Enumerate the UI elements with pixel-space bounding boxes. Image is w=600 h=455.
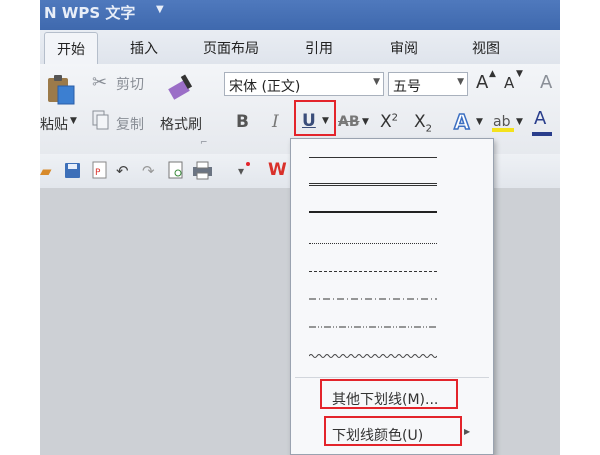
dialog-launcher-icon[interactable]: ⌐ bbox=[200, 138, 208, 148]
chevron-down-icon[interactable]: ▼ bbox=[476, 117, 483, 127]
underline-wave[interactable] bbox=[309, 353, 437, 359]
shrink-font-button[interactable]: A bbox=[504, 74, 514, 92]
font-name-value: 宋体 (正文) bbox=[229, 79, 301, 95]
chevron-right-icon: ▶ bbox=[464, 427, 471, 436]
tab-view[interactable]: 视图 bbox=[472, 38, 500, 58]
redo-icon[interactable]: ↷ bbox=[142, 162, 155, 180]
cut-button[interactable]: 剪切 bbox=[116, 74, 144, 94]
chevron-down-icon[interactable]: ▼ bbox=[457, 77, 464, 87]
underline-button-highlight bbox=[294, 100, 336, 136]
tab-home[interactable]: 开始 bbox=[44, 32, 98, 65]
customize-toolbar-icon[interactable]: ▾ bbox=[238, 164, 244, 178]
menu-separator bbox=[295, 377, 489, 378]
superscript-button[interactable]: X2 bbox=[380, 112, 398, 132]
underline-double[interactable] bbox=[309, 183, 437, 186]
arrow-up-icon: ▲ bbox=[489, 69, 496, 79]
chevron-down-icon[interactable]: ▼ bbox=[373, 77, 380, 87]
paste-icon[interactable] bbox=[44, 74, 78, 106]
export-pdf-icon[interactable]: P bbox=[90, 160, 110, 180]
highlighter-icon[interactable]: ab bbox=[492, 110, 516, 134]
scissors-icon[interactable]: ✂ bbox=[92, 72, 107, 93]
font-color-button[interactable]: A bbox=[534, 108, 546, 129]
chevron-down-icon[interactable]: ▼ bbox=[362, 117, 369, 127]
grow-font-button[interactable]: A bbox=[476, 72, 488, 93]
bold-button[interactable]: B bbox=[236, 112, 249, 132]
underline-dash-dot[interactable] bbox=[309, 297, 437, 301]
copy-button[interactable]: 复制 bbox=[116, 114, 144, 134]
font-size-select[interactable]: 五号 ▼ bbox=[388, 72, 468, 96]
font-color-swatch bbox=[532, 132, 552, 136]
svg-text:ab: ab bbox=[493, 114, 511, 130]
format-painter-button[interactable]: 格式刷 bbox=[160, 114, 202, 134]
notification-dot bbox=[246, 162, 250, 166]
tab-insert[interactable]: 插入 bbox=[130, 38, 158, 58]
subscript-button[interactable]: X2 bbox=[414, 112, 432, 134]
svg-text:P: P bbox=[95, 168, 101, 178]
more-underlines-highlight bbox=[320, 379, 458, 409]
clear-format-icon[interactable]: A bbox=[540, 72, 552, 93]
underline-dash-dot-dot[interactable] bbox=[309, 325, 437, 329]
underline-thick[interactable] bbox=[309, 211, 437, 213]
underline-color-highlight bbox=[324, 416, 462, 446]
paste-label[interactable]: 粘贴 bbox=[40, 114, 68, 134]
wps-logo-icon[interactable]: W bbox=[268, 160, 287, 180]
open-folder-icon[interactable]: ▰ bbox=[40, 162, 52, 180]
font-size-value: 五号 bbox=[393, 79, 421, 95]
app-title: N WPS 文字 bbox=[44, 4, 136, 22]
tab-page-layout[interactable]: 页面布局 bbox=[203, 38, 259, 58]
chevron-down-icon[interactable]: ▼ bbox=[156, 4, 164, 15]
copy-icon[interactable] bbox=[92, 110, 110, 132]
ribbon-tabs: 开始 插入 页面布局 引用 审阅 视图 bbox=[40, 30, 560, 65]
italic-button[interactable]: I bbox=[272, 112, 279, 132]
save-icon[interactable] bbox=[64, 162, 82, 180]
tab-references[interactable]: 引用 bbox=[305, 38, 333, 58]
title-bar: N WPS 文字 ▼ bbox=[40, 0, 560, 30]
screen: N WPS 文字 ▼ 开始 插入 页面布局 引用 审阅 视图 粘贴 ▼ ✂ 剪切… bbox=[40, 0, 560, 455]
undo-icon[interactable]: ↶ bbox=[116, 162, 129, 180]
format-painter-icon[interactable] bbox=[164, 72, 198, 106]
underline-dashed[interactable] bbox=[309, 271, 437, 272]
text-effect-button[interactable]: A bbox=[453, 109, 470, 135]
underline-dotted[interactable] bbox=[309, 243, 437, 244]
underline-single[interactable] bbox=[309, 157, 437, 158]
strikethrough-button[interactable]: AB bbox=[338, 114, 360, 130]
tab-review[interactable]: 审阅 bbox=[390, 38, 418, 58]
print-icon[interactable] bbox=[192, 161, 214, 181]
print-preview-icon[interactable] bbox=[168, 161, 186, 181]
chevron-down-icon[interactable]: ▼ bbox=[70, 116, 77, 126]
chevron-down-icon[interactable]: ▼ bbox=[516, 117, 523, 127]
arrow-down-icon: ▼ bbox=[516, 69, 523, 79]
font-name-select[interactable]: 宋体 (正文) ▼ bbox=[224, 72, 384, 96]
